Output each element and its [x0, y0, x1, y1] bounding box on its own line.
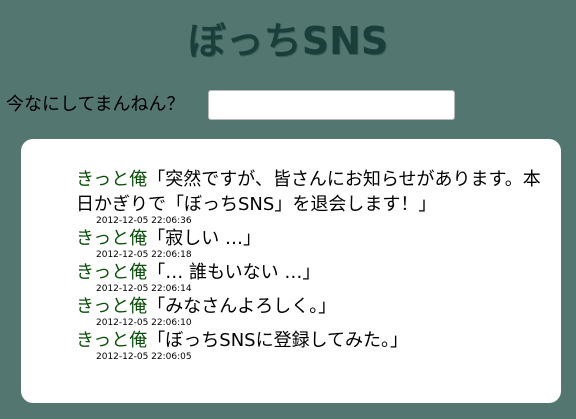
post-timestamp: 2012-12-05 22:06:05: [96, 352, 192, 362]
post-author[interactable]: きっと俺: [76, 228, 147, 249]
post-body: きっと俺「寂しい …」: [76, 226, 541, 251]
post-author[interactable]: きっと俺: [76, 296, 147, 317]
post-author[interactable]: きっと俺: [76, 262, 147, 283]
status-prompt-label: 今なにしてまんねん？: [6, 94, 185, 115]
post-body: きっと俺「突然ですが、皆さんにお知らせがあります。本日かぎりで「ぼっちSNS」を…: [76, 167, 541, 217]
post-author[interactable]: きっと俺: [76, 169, 147, 190]
timeline-post: きっと俺「寂しい …」 2012-12-05 22:06:18: [76, 226, 541, 260]
post-timestamp: 2012-12-05 22:06:14: [96, 284, 192, 294]
post-body: きっと俺「… 誰もいない …」: [76, 260, 541, 285]
post-timestamp: 2012-12-05 22:06:36: [96, 216, 192, 226]
post-message: 「みなさんよろしく。」: [147, 296, 337, 317]
post-body: きっと俺「ぼっちSNSに登録してみた。」: [76, 328, 541, 353]
status-input[interactable]: [208, 90, 455, 120]
post-author[interactable]: きっと俺: [76, 330, 147, 351]
post-body: きっと俺「みなさんよろしく。」: [76, 294, 541, 319]
post-message: 「… 誰もいない …」: [147, 262, 321, 283]
post-message: 「寂しい …」: [147, 228, 262, 249]
post-timestamp: 2012-12-05 22:06:10: [96, 318, 192, 328]
post-timestamp: 2012-12-05 22:06:18: [96, 250, 192, 260]
timeline-post: きっと俺「ぼっちSNSに登録してみた。」 2012-12-05 22:06:05: [76, 328, 541, 362]
timeline-post: きっと俺「突然ですが、皆さんにお知らせがあります。本日かぎりで「ぼっちSNS」を…: [76, 167, 541, 226]
timeline: きっと俺「突然ですが、皆さんにお知らせがあります。本日かぎりで「ぼっちSNS」を…: [21, 139, 561, 403]
timeline-post: きっと俺「みなさんよろしく。」 2012-12-05 22:06:10: [76, 294, 541, 328]
post-message: 「ぼっちSNSに登録してみた。」: [147, 330, 409, 351]
timeline-post: きっと俺「… 誰もいない …」 2012-12-05 22:06:14: [76, 260, 541, 294]
site-title: ぼっちSNS: [187, 19, 389, 63]
